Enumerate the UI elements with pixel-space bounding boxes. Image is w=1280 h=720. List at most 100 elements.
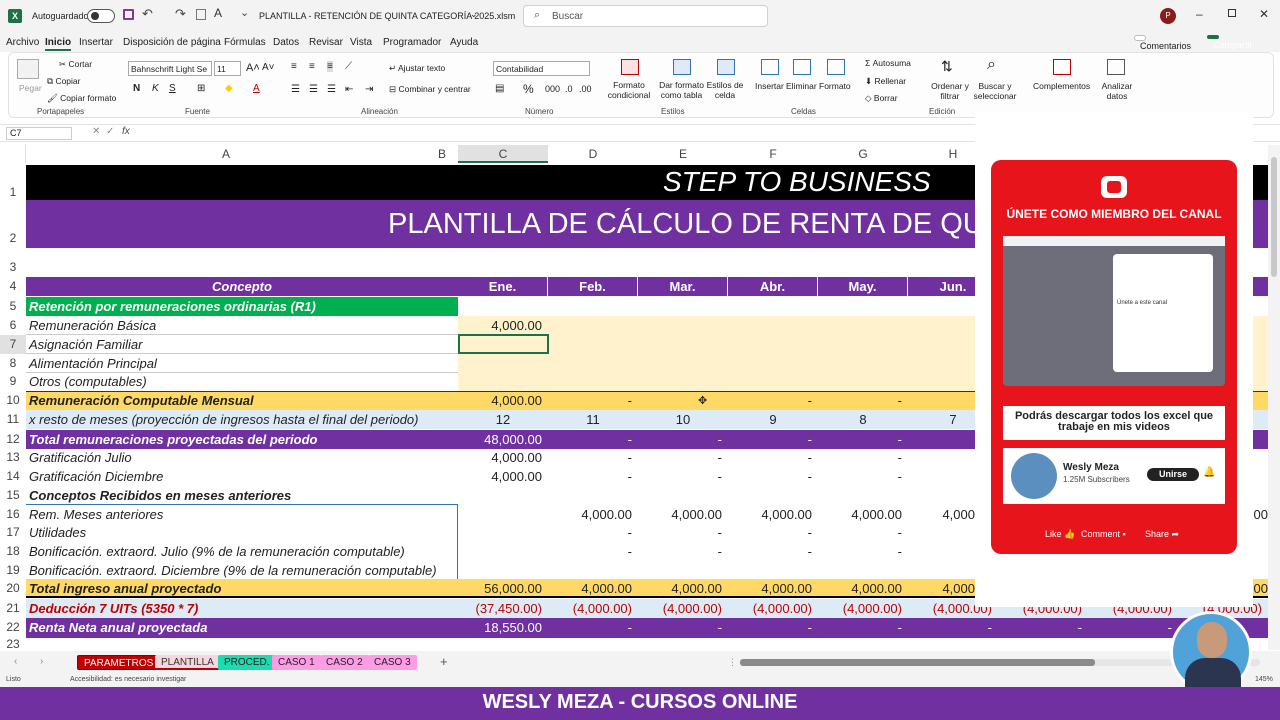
sheet-tab-caso-1[interactable]: CASO 1 — [272, 655, 321, 670]
value-cell[interactable]: - — [818, 448, 908, 467]
orientation-icon[interactable]: ⟋ — [345, 61, 352, 72]
sort-filter-icon[interactable]: ⇅ — [941, 58, 953, 75]
value-cell[interactable]: - — [728, 391, 818, 410]
value-cell[interactable]: - — [1088, 618, 1178, 638]
row-header[interactable]: 9 — [0, 372, 26, 391]
decrease-indent-icon[interactable]: ⇤ — [345, 84, 353, 95]
format-table-icon[interactable] — [673, 59, 691, 75]
row-label[interactable]: Bonificación. extraord. Julio (9% de la … — [26, 542, 458, 561]
close-icon[interactable]: ✕ — [1259, 7, 1269, 21]
enter-icon[interactable]: ✓ — [106, 126, 114, 137]
row-label[interactable]: Gratificación Diciembre — [26, 467, 458, 486]
minimize-icon[interactable]: – — [1196, 7, 1203, 21]
tab-datos[interactable]: Datos — [273, 37, 299, 48]
row-header[interactable]: 17 — [0, 523, 26, 542]
value-cell[interactable]: - — [728, 430, 818, 449]
comment-button[interactable]: Comment ▪ — [1081, 529, 1126, 539]
row-label[interactable]: Alimentación Principal — [26, 354, 458, 373]
format-cells-icon[interactable] — [827, 59, 845, 75]
value-cell[interactable]: 4,000.00 — [818, 505, 908, 524]
value-cell[interactable]: - — [728, 448, 818, 467]
cut-button[interactable]: ✂ Cortar — [59, 59, 92, 70]
insert-cells-icon[interactable] — [761, 59, 779, 75]
paste-button[interactable]: Pegar — [19, 83, 42, 93]
tab-inicio[interactable]: Inicio — [45, 37, 72, 51]
value-cell[interactable]: 4,000.00 — [458, 467, 548, 486]
increase-indent-icon[interactable]: ⇥ — [365, 84, 373, 95]
copy-button[interactable]: ⧉ Copiar — [47, 76, 80, 87]
value-cell[interactable]: - — [818, 391, 908, 410]
tab-programador[interactable]: Programador — [383, 37, 441, 48]
row-label[interactable]: Gratificación Julio — [26, 448, 458, 467]
align-center-icon[interactable]: ☰ — [309, 84, 318, 95]
delete-cells-icon[interactable] — [793, 59, 811, 75]
autosave-toggle[interactable] — [87, 9, 115, 23]
row-header[interactable]: 8 — [0, 354, 26, 373]
column-header-g[interactable]: G — [818, 145, 908, 163]
comments-button[interactable]: Comentarios — [1134, 35, 1191, 51]
font-color-icon[interactable]: A — [253, 83, 260, 94]
value-cell[interactable]: 9 — [728, 410, 818, 429]
row-header[interactable]: 5 — [0, 297, 26, 316]
addins-button[interactable]: Complementos — [1033, 81, 1090, 91]
maximize-icon[interactable] — [1228, 9, 1236, 17]
value-cell[interactable]: - — [548, 430, 638, 449]
value-cell[interactable]: (37,450.00) — [458, 599, 548, 618]
row-label[interactable]: Bonificación. extraord. Diciembre (9% de… — [26, 561, 458, 580]
tab-vista[interactable]: Vista — [350, 37, 372, 48]
bell-icon[interactable]: 🔔 — [1203, 467, 1215, 478]
value-cell[interactable]: - — [638, 467, 728, 486]
value-cell[interactable]: 4,000.00 — [458, 448, 548, 467]
sort-filter-button[interactable]: Ordenar y filtrar — [931, 81, 969, 101]
align-middle-icon[interactable]: ≡ — [309, 61, 315, 72]
find-select-button[interactable]: Buscar y seleccionar — [971, 81, 1019, 101]
row-header[interactable]: 13 — [0, 448, 26, 467]
more-options-icon[interactable]: ⋮ — [728, 657, 737, 668]
row-label[interactable]: Otros (computables) — [26, 372, 458, 391]
value-cell[interactable]: - — [908, 618, 998, 638]
value-cell[interactable]: 4,000.00 — [638, 579, 728, 598]
percent-icon[interactable]: % — [523, 82, 534, 96]
value-cell[interactable]: 4,000.00 — [548, 579, 638, 598]
value-cell[interactable]: - — [638, 618, 728, 638]
share-button[interactable]: Compartir — [1207, 35, 1253, 50]
row-label[interactable]: Total ingreso anual proyectado — [26, 579, 458, 598]
row-header[interactable]: 22 — [0, 618, 26, 637]
font-color-quick-icon[interactable]: A — [214, 6, 222, 20]
conditional-format-button[interactable]: Formato condicional — [604, 80, 654, 100]
row-header[interactable]: 18 — [0, 542, 26, 561]
format-cells-button[interactable]: Formato — [819, 81, 851, 91]
like-button[interactable]: Like 👍 — [1045, 529, 1075, 540]
align-top-icon[interactable]: ≡ — [291, 61, 297, 72]
tab-ayuda[interactable]: Ayuda — [450, 37, 478, 48]
prev-sheet-icon[interactable]: ‹ — [14, 656, 17, 667]
value-cell[interactable]: 4,000.00 — [728, 579, 818, 598]
select-all-corner[interactable] — [0, 145, 26, 163]
sheet-tab-proced[interactable]: PROCED. — [218, 655, 276, 670]
row-label[interactable]: Asignación Familiar — [26, 335, 458, 354]
autosum-button[interactable]: Σ Autosuma — [865, 58, 911, 68]
value-cell[interactable]: - — [818, 430, 908, 449]
value-cell[interactable]: 56,000.00 — [458, 579, 548, 598]
row-label[interactable]: Remuneración Básica — [26, 316, 458, 335]
number-format-select[interactable]: Contabilidad — [493, 61, 590, 76]
row-label[interactable]: Renta Neta anual proyectada — [26, 618, 458, 638]
currency-icon[interactable]: ▤ — [495, 83, 504, 94]
column-header-c[interactable]: C — [458, 145, 548, 163]
row-label[interactable]: Total remuneraciones proyectadas del per… — [26, 430, 458, 449]
value-cell[interactable]: 11 — [548, 410, 638, 429]
align-left-icon[interactable]: ☰ — [291, 84, 300, 95]
value-cell[interactable]: - — [548, 542, 638, 561]
sheet-tab-caso-3[interactable]: CASO 3 — [368, 655, 417, 670]
font-size-select[interactable]: 11 — [214, 61, 241, 76]
value-cell[interactable]: - — [548, 618, 638, 638]
section-previous-label[interactable]: Conceptos Recibidos en meses anteriores — [26, 486, 458, 505]
chevron-down-icon[interactable]: ⌄ — [470, 9, 478, 20]
value-cell[interactable]: 48,000.00 — [458, 430, 548, 449]
clear-button[interactable]: ◇ Borrar — [865, 93, 898, 104]
conditional-format-icon[interactable] — [621, 59, 639, 75]
tab-insertar[interactable]: Insertar — [79, 37, 113, 48]
value-cell[interactable]: - — [638, 523, 728, 542]
underline-icon[interactable]: S — [169, 83, 176, 94]
fill-button[interactable]: ⬇ Rellenar — [865, 76, 906, 87]
